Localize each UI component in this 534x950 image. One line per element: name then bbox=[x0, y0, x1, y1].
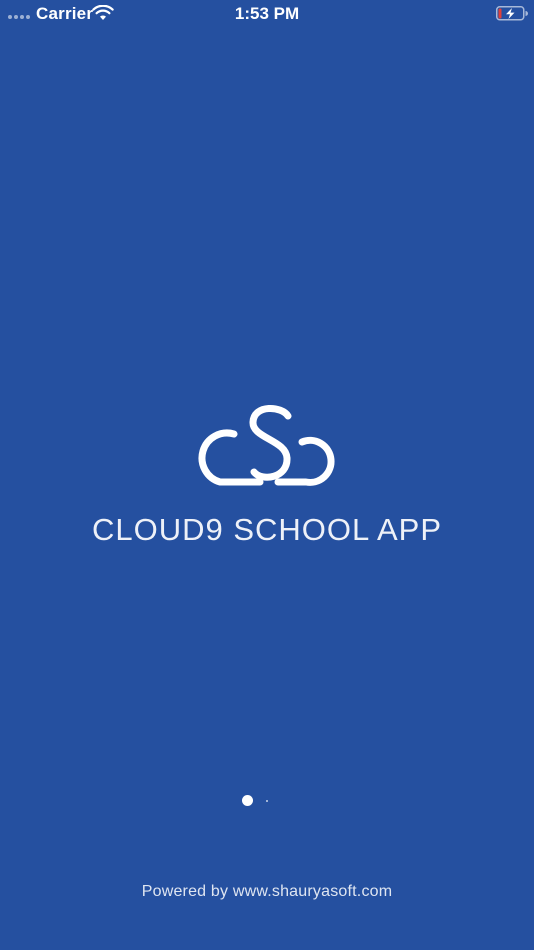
cloud-csc-logo bbox=[198, 405, 335, 486]
splash-screen: Carrier 1:53 PM CLOUD9 SCHOOL APP Powere… bbox=[0, 0, 534, 950]
app-title: CLOUD9 SCHOOL APP bbox=[91, 512, 443, 547]
powered-by-footer: Powered by www.shauryasoft.com bbox=[141, 883, 393, 900]
battery-charging-icon bbox=[496, 6, 528, 21]
page-dot-inactive[interactable] bbox=[266, 800, 268, 802]
status-time: 1:53 PM bbox=[234, 4, 300, 23]
page-dot-active[interactable] bbox=[242, 795, 253, 806]
page-indicator[interactable] bbox=[0, 795, 534, 807]
status-bar: Carrier 1:53 PM bbox=[0, 0, 534, 28]
